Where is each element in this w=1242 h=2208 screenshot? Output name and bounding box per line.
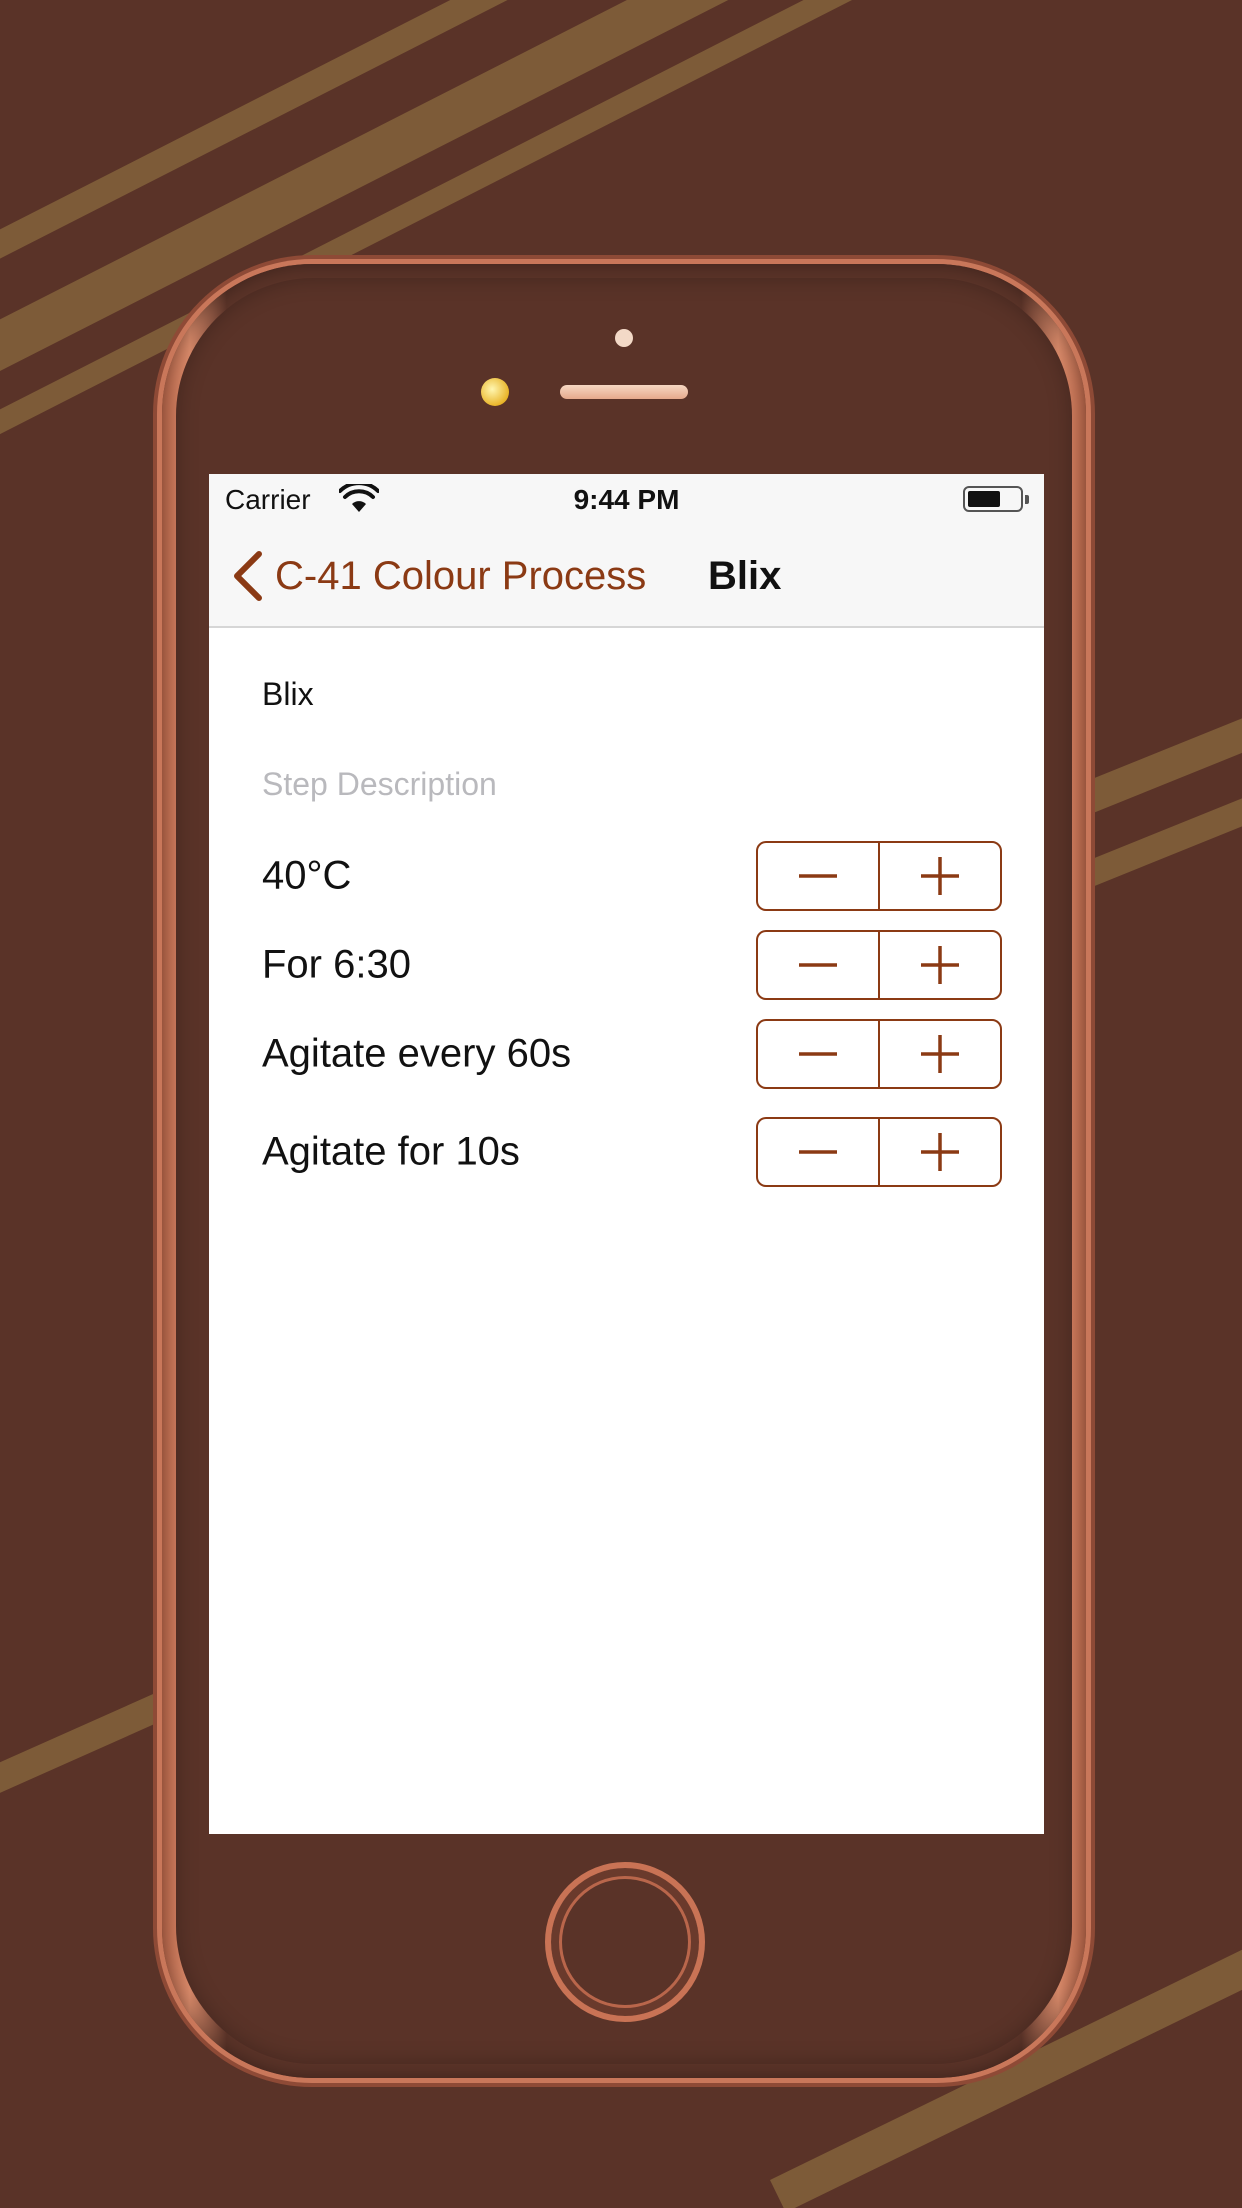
temperature-increment-button[interactable] [878, 843, 1000, 909]
agitation-interval-decrement-button[interactable] [758, 1021, 878, 1087]
back-button-label: C-41 Colour Process [275, 553, 647, 598]
minus-icon [799, 1150, 837, 1154]
navigation-bar: C-41 Colour Process Blix [209, 528, 1044, 628]
duration-stepper[interactable] [756, 930, 1002, 1000]
duration-decrement-button[interactable] [758, 932, 878, 998]
battery-level [968, 491, 1000, 507]
agitation-interval-label: Agitate every 60s [262, 1031, 572, 1076]
plus-icon [921, 857, 959, 895]
duration-row: For 6:30 [262, 930, 1002, 1000]
plus-icon [921, 946, 959, 984]
agitation-duration-increment-button[interactable] [878, 1119, 1000, 1185]
agitation-duration-decrement-button[interactable] [758, 1119, 878, 1185]
front-camera [615, 329, 633, 347]
temperature-row: 40°C [262, 841, 1002, 911]
minus-icon [799, 874, 837, 878]
minus-icon [799, 963, 837, 967]
plus-icon [921, 1133, 959, 1171]
temperature-label: 40°C [262, 853, 352, 898]
back-button[interactable]: C-41 Colour Process [231, 546, 646, 606]
agitation-interval-row: Agitate every 60s [262, 1019, 1002, 1089]
page-title: Blix [708, 554, 782, 598]
device-screen: Carrier 9:44 PM C-41 Colour Process Blix [209, 474, 1044, 1834]
battery-tip [1025, 495, 1029, 504]
temperature-decrement-button[interactable] [758, 843, 878, 909]
plus-icon [921, 1035, 959, 1073]
clock: 9:44 PM [573, 484, 680, 515]
chevron-left-icon [234, 551, 262, 601]
status-bar: Carrier 9:44 PM [209, 474, 1044, 528]
agitation-duration-label: Agitate for 10s [262, 1129, 520, 1174]
step-description-field[interactable]: Step Description [262, 766, 497, 803]
agitation-interval-stepper[interactable] [756, 1019, 1002, 1089]
agitation-duration-stepper[interactable] [756, 1117, 1002, 1187]
battery-icon [963, 486, 1029, 512]
home-button[interactable] [545, 1862, 705, 2022]
agitation-duration-row: Agitate for 10s [262, 1117, 1002, 1187]
duration-label: For 6:30 [262, 942, 411, 987]
temperature-stepper[interactable] [756, 841, 1002, 911]
app-store-backdrop: Carrier 9:44 PM C-41 Colour Process Blix [0, 0, 1242, 2208]
minus-icon [799, 1052, 837, 1056]
duration-increment-button[interactable] [878, 932, 1000, 998]
proximity-sensor [481, 378, 509, 406]
agitation-interval-increment-button[interactable] [878, 1021, 1000, 1087]
earpiece-speaker [560, 385, 688, 399]
step-name-field[interactable]: Blix [262, 676, 314, 713]
